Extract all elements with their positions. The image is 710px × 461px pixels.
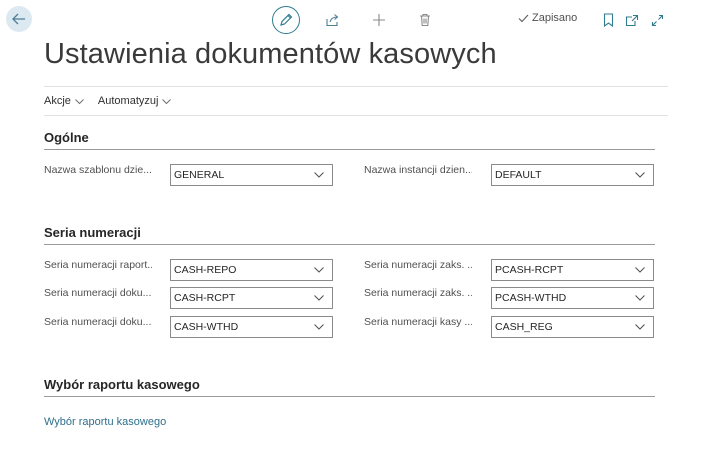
new-button[interactable]: [370, 11, 388, 29]
share-button[interactable]: [323, 11, 341, 29]
cash-register-nos-dropdown[interactable]: CASH_REG: [491, 316, 654, 338]
checkmark-icon: [518, 14, 529, 22]
share-icon: [325, 14, 338, 27]
plus-icon: [373, 14, 385, 26]
chevron-down-icon: [635, 267, 645, 273]
dropdown-value: CASH-REPO: [174, 264, 237, 276]
dropdown-value: CASH-WTHD: [174, 321, 239, 333]
open-in-new-window-icon: [625, 14, 639, 26]
dropdown-value: CASH_REG: [495, 321, 553, 333]
field-template-name: Nazwa szablonu dzie...: [44, 164, 152, 176]
field-posted-withdrawal-nos: Seria numeracji zaks. ...: [364, 287, 472, 299]
field-label: Seria numeracji zaks. ...: [364, 259, 472, 271]
back-button[interactable]: [6, 6, 32, 32]
report-selection-link[interactable]: Wybór raportu kasowego: [44, 416, 166, 428]
field-posted-receipt-nos: Seria numeracji zaks. ...: [364, 259, 472, 271]
field-label: Nazwa szablonu dzie...: [44, 164, 152, 176]
dropdown-value: CASH-RCPT: [174, 292, 236, 304]
expand-icon: [651, 14, 663, 26]
automate-menu-label: Automatyzuj: [97, 95, 159, 107]
report-nos-dropdown[interactable]: CASH-REPO: [170, 259, 333, 281]
receipt-doc-nos-dropdown[interactable]: CASH-RCPT: [170, 287, 333, 309]
field-report-nos: Seria numeracji raport...: [44, 259, 152, 271]
template-name-dropdown[interactable]: GENERAL: [170, 164, 333, 186]
withdrawal-doc-nos-dropdown[interactable]: CASH-WTHD: [170, 316, 333, 338]
chevron-down-icon: [314, 295, 324, 301]
page-title: Ustawienia dokumentów kasowych: [44, 38, 497, 70]
dropdown-value: DEFAULT: [495, 169, 542, 181]
chevron-down-icon: [314, 324, 324, 330]
pencil-icon: [280, 13, 293, 26]
saved-status: Zapisano: [518, 12, 577, 24]
bookmark-icon: [603, 13, 613, 27]
posted-withdrawal-nos-dropdown[interactable]: PCASH-WTHD: [491, 287, 654, 309]
field-label: Seria numeracji kasy ...: [364, 316, 472, 328]
field-receipt-doc-nos: Seria numeracji doku...: [44, 287, 152, 299]
chevron-down-icon: [314, 267, 324, 273]
chevron-down-icon: [314, 172, 324, 178]
dropdown-value: PCASH-RCPT: [495, 264, 564, 276]
chevron-down-icon: [635, 295, 645, 301]
dropdown-value: GENERAL: [174, 169, 225, 181]
chevron-down-icon: [635, 324, 645, 330]
automate-menu[interactable]: Automatyzuj: [98, 95, 172, 107]
edit-button[interactable]: [272, 6, 300, 34]
field-cash-register-nos: Seria numeracji kasy ...: [364, 316, 472, 328]
chevron-down-icon: [635, 172, 645, 178]
actions-menu-label: Akcje: [44, 95, 71, 107]
actions-menu[interactable]: Akcje: [44, 95, 84, 107]
batch-name-dropdown[interactable]: DEFAULT: [491, 164, 654, 186]
saved-label: Zapisano: [532, 12, 578, 24]
expand-button[interactable]: [648, 11, 666, 29]
bookmark-button[interactable]: [599, 11, 617, 29]
field-label: Seria numeracji zaks. ...: [364, 287, 472, 299]
section-general-title[interactable]: Ogólne: [44, 130, 655, 150]
action-bar: Akcje Automatyzuj: [44, 86, 668, 116]
section-report-title[interactable]: Wybór raportu kasowego: [44, 377, 655, 397]
section-numbering-title[interactable]: Seria numeracji: [44, 225, 655, 245]
trash-icon: [420, 13, 430, 27]
open-new-window-button[interactable]: [623, 11, 641, 29]
dropdown-value: PCASH-WTHD: [495, 292, 567, 304]
field-label: Seria numeracji doku...: [44, 287, 152, 299]
field-label: Seria numeracji raport...: [44, 259, 152, 271]
posted-receipt-nos-dropdown[interactable]: PCASH-RCPT: [491, 259, 654, 281]
chevron-down-icon: [75, 98, 84, 104]
field-label: Seria numeracji doku...: [44, 316, 152, 328]
chevron-down-icon: [162, 98, 172, 104]
arrow-left-icon: [12, 13, 25, 25]
field-withdrawal-doc-nos: Seria numeracji doku...: [44, 316, 152, 328]
field-label: Nazwa instancji dzien...: [364, 164, 472, 176]
delete-button[interactable]: [416, 11, 434, 29]
field-batch-name: Nazwa instancji dzien...: [364, 164, 472, 176]
